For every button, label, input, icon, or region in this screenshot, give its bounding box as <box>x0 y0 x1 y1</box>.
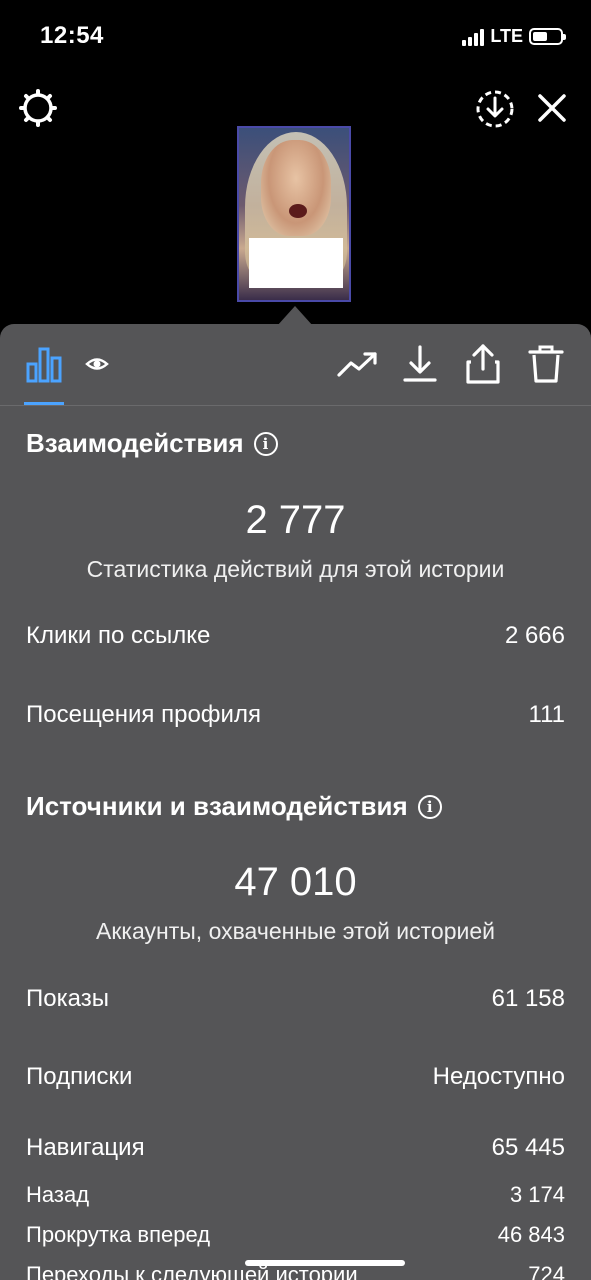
status-time: 12:54 <box>40 22 104 49</box>
interactions-title: Взаимодействия <box>26 428 244 458</box>
interactions-heading: Взаимодействия i <box>26 428 278 459</box>
close-icon[interactable] <box>532 88 572 128</box>
bar-chart-icon[interactable] <box>22 342 66 386</box>
discovery-row: Показы 61 158 <box>26 985 565 1013</box>
status-indicators: LTE <box>462 26 566 47</box>
network-type: LTE <box>490 26 523 46</box>
row-value: 61 158 <box>491 985 565 1012</box>
info-icon[interactable]: i <box>253 431 278 456</box>
row-value: 3 174 <box>509 1182 565 1207</box>
home-indicator[interactable] <box>245 1260 405 1266</box>
trash-icon[interactable] <box>524 342 568 386</box>
download-icon[interactable] <box>398 342 442 386</box>
interactions-caption: Статистика действий для этой истории <box>86 556 505 582</box>
story-thumbnail[interactable] <box>237 126 351 302</box>
gear-icon[interactable] <box>16 86 60 130</box>
discovery-caption: Аккаунты, охваченные этой историей <box>96 918 495 944</box>
interactions-row: Посещения профиля 111 <box>26 701 565 729</box>
status-bar: 12:54 LTE <box>0 0 591 72</box>
row-value: 65 445 <box>491 1134 565 1161</box>
share-icon[interactable] <box>460 342 506 386</box>
row-label: Клики по ссылке <box>26 622 211 649</box>
discovery-row: Подписки Недоступно <box>26 1063 565 1091</box>
info-icon[interactable]: i <box>417 794 442 819</box>
row-label: Прокрутка вперед <box>26 1222 211 1247</box>
active-tab-indicator <box>24 402 64 405</box>
trending-up-icon[interactable] <box>334 342 382 386</box>
row-label: Подписки <box>26 1063 133 1090</box>
row-label: Назад <box>26 1182 90 1207</box>
eye-icon[interactable] <box>82 342 112 386</box>
download-circle-icon[interactable] <box>472 86 518 132</box>
row-value: 2 666 <box>504 622 565 649</box>
discovery-title: Источники и взаимодействия <box>26 791 408 821</box>
thumbnail-censor-block <box>249 238 343 288</box>
discovery-heading: Источники и взаимодействия i <box>26 791 442 822</box>
thumbnail-face <box>261 140 331 236</box>
discovery-row: Навигация 65 445 <box>26 1134 565 1162</box>
row-label: Показы <box>26 985 109 1012</box>
battery-level <box>533 32 547 41</box>
signal-icon <box>462 28 485 46</box>
thumbnail-mouth <box>289 204 307 218</box>
panel-pointer <box>277 306 313 326</box>
insights-toolbar <box>0 324 591 406</box>
interactions-total: 2 777 <box>245 498 346 542</box>
row-value: Недоступно <box>432 1063 565 1090</box>
interactions-row: Клики по ссылке 2 666 <box>26 622 565 650</box>
row-label: Посещения профиля <box>26 701 261 728</box>
row-value: 111 <box>528 701 565 728</box>
insights-panel: Взаимодействия i 2 777 Статистика действ… <box>0 324 591 1280</box>
battery-icon <box>529 28 566 45</box>
discovery-total: 47 010 <box>234 860 357 904</box>
row-value: 46 843 <box>497 1222 565 1247</box>
row-label: Навигация <box>26 1134 145 1161</box>
navigation-row: Назад 3 174 <box>26 1182 565 1208</box>
row-value: 724 <box>528 1262 565 1280</box>
navigation-row: Прокрутка вперед 46 843 <box>26 1222 565 1248</box>
